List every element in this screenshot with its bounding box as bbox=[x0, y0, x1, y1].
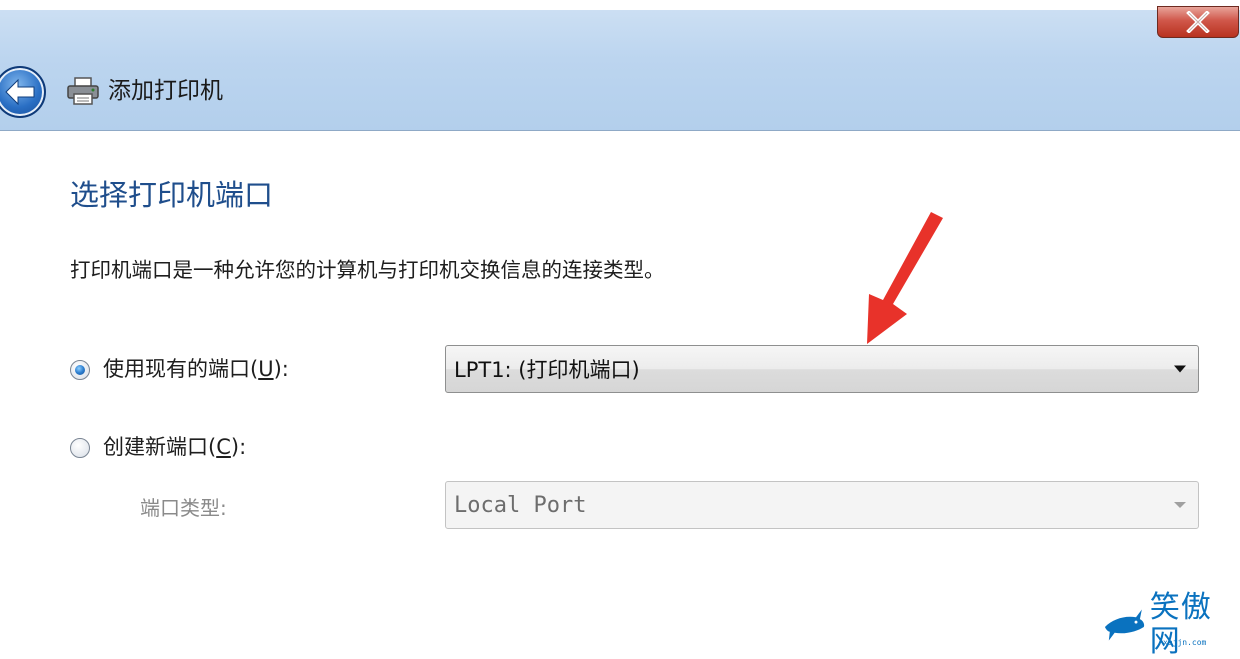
create-new-port-label[interactable]: 创建新端口(C): bbox=[103, 432, 246, 462]
page-description: 打印机端口是一种允许您的计算机与打印机交换信息的连接类型。 bbox=[70, 258, 665, 282]
port-type-label: 端口类型: bbox=[140, 496, 227, 520]
create-new-port-radio[interactable] bbox=[70, 438, 90, 458]
port-type-dropdown: Local Port bbox=[445, 481, 1199, 529]
use-existing-port-radio[interactable] bbox=[70, 360, 90, 380]
title-bar bbox=[0, 0, 1240, 131]
watermark-url: xajjn.com bbox=[1163, 638, 1207, 647]
window-title: 添加打印机 bbox=[108, 78, 223, 104]
radio-selected-dot bbox=[75, 365, 85, 375]
existing-port-value: LPT1: (打印机端口) bbox=[454, 358, 640, 382]
close-icon bbox=[1186, 11, 1210, 33]
use-existing-port-label[interactable]: 使用现有的端口(U): bbox=[103, 354, 289, 384]
existing-port-dropdown[interactable]: LPT1: (打印机端口) bbox=[445, 345, 1199, 393]
printer-icon bbox=[67, 77, 99, 105]
title-bar-top-edge bbox=[0, 0, 1240, 10]
watermark-text: 笑傲网 bbox=[1149, 590, 1212, 659]
chevron-down-icon bbox=[1174, 365, 1186, 373]
back-arrow-icon bbox=[5, 78, 35, 106]
port-type-value: Local Port bbox=[454, 492, 587, 518]
close-button[interactable] bbox=[1157, 6, 1239, 38]
chevron-down-icon bbox=[1174, 502, 1186, 508]
page-heading: 选择打印机端口 bbox=[70, 178, 274, 212]
shark-logo-icon bbox=[1104, 609, 1145, 641]
annotation-arrow-icon bbox=[867, 212, 943, 344]
